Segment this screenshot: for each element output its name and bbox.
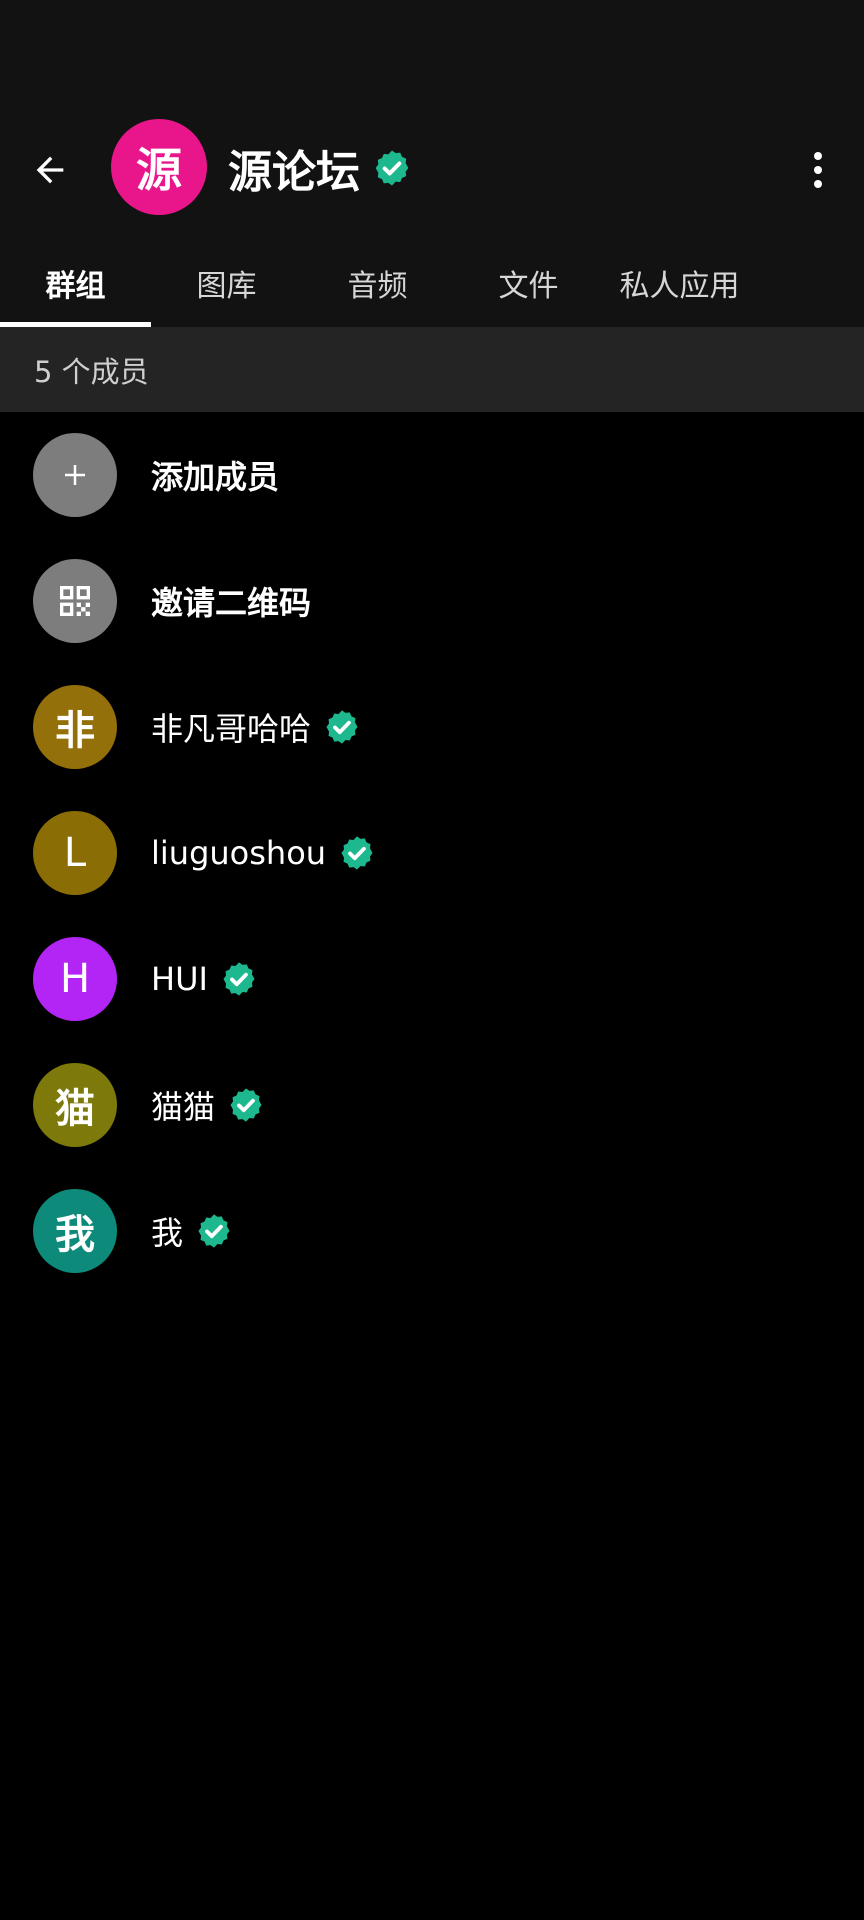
group-title-container[interactable]: 源论坛 bbox=[228, 136, 412, 200]
verified-badge-icon bbox=[227, 1086, 265, 1124]
top-area: 源 源论坛 群组 图库 音频 文件 私人应用 bbox=[0, 0, 864, 327]
member-name: 我 bbox=[151, 1214, 184, 1252]
member-row[interactable]: 我 我 bbox=[0, 1168, 864, 1294]
member-avatar: H bbox=[33, 937, 117, 1021]
member-avatar: 非 bbox=[33, 685, 117, 769]
tab-audio[interactable]: 音频 bbox=[302, 238, 453, 327]
verified-badge-icon bbox=[323, 708, 361, 746]
member-name: liuguoshou bbox=[151, 834, 327, 872]
row-label-container: 添加成员 bbox=[151, 412, 279, 538]
tab-gallery[interactable]: 图库 bbox=[151, 238, 302, 327]
member-avatar-initial: H bbox=[59, 956, 91, 1002]
more-vertical-icon bbox=[814, 152, 822, 188]
tab-bar: 群组 图库 音频 文件 私人应用 bbox=[0, 238, 864, 327]
row-label-container: 我 bbox=[151, 1168, 233, 1294]
verified-badge-icon bbox=[195, 1212, 233, 1250]
member-avatar-initial: 非 bbox=[55, 708, 95, 754]
member-avatar: L bbox=[33, 811, 117, 895]
tab-label: 图库 bbox=[196, 268, 257, 304]
member-row[interactable]: 猫 猫猫 bbox=[0, 1042, 864, 1168]
verified-badge-icon bbox=[220, 960, 258, 998]
tab-label: 私人应用 bbox=[619, 268, 740, 304]
member-row[interactable]: L liuguoshou bbox=[0, 790, 864, 916]
more-options-button[interactable] bbox=[786, 134, 850, 206]
tab-group[interactable]: 群组 bbox=[0, 238, 151, 327]
status-bar bbox=[0, 0, 864, 96]
invite-qr-label: 邀请二维码 bbox=[151, 584, 312, 622]
tab-label: 文件 bbox=[498, 268, 559, 304]
row-label-container: HUI bbox=[151, 916, 258, 1042]
member-avatar-initial: 猫 bbox=[55, 1086, 95, 1132]
qr-code-icon bbox=[60, 586, 90, 616]
app-bar: 源 源论坛 bbox=[0, 96, 864, 238]
verified-badge-icon bbox=[338, 834, 376, 872]
plus-icon bbox=[65, 465, 85, 485]
group-info-screen: 源 源论坛 群组 图库 音频 文件 私人应用 5 个成员 添加成员 邀请二维码 … bbox=[0, 0, 864, 1920]
member-row[interactable]: 非 非凡哥哈哈 bbox=[0, 664, 864, 790]
members-count-header: 5 个成员 bbox=[0, 327, 864, 412]
row-label-container: 非凡哥哈哈 bbox=[151, 664, 361, 790]
add-member-avatar bbox=[33, 433, 117, 517]
invite-qr-avatar bbox=[33, 559, 117, 643]
group-title: 源论坛 bbox=[228, 147, 360, 198]
member-name: HUI bbox=[151, 960, 208, 998]
member-list: 添加成员 邀请二维码 非 非凡哥哈哈 L liuguoshou H HUI 猫 … bbox=[0, 412, 864, 1294]
invite-qr-code-button[interactable]: 邀请二维码 bbox=[0, 538, 864, 664]
members-count-label: 5 个成员 bbox=[34, 354, 149, 389]
add-member-label: 添加成员 bbox=[151, 458, 280, 496]
row-label-container: 邀请二维码 bbox=[151, 538, 311, 664]
verified-badge-icon bbox=[372, 148, 412, 188]
member-row[interactable]: H HUI bbox=[0, 916, 864, 1042]
back-button[interactable] bbox=[18, 138, 82, 202]
group-avatar[interactable]: 源 bbox=[111, 119, 207, 215]
member-name: 非凡哥哈哈 bbox=[151, 710, 312, 748]
tab-label: 音频 bbox=[347, 268, 408, 304]
member-avatar-initial: L bbox=[63, 830, 87, 876]
add-member-button[interactable]: 添加成员 bbox=[0, 412, 864, 538]
tab-files[interactable]: 文件 bbox=[453, 238, 604, 327]
tab-label: 群组 bbox=[45, 268, 106, 304]
arrow-left-icon bbox=[36, 156, 64, 184]
group-avatar-initial: 源 bbox=[136, 143, 182, 197]
member-name: 猫猫 bbox=[151, 1088, 216, 1126]
member-avatar: 猫 bbox=[33, 1063, 117, 1147]
member-avatar-initial: 我 bbox=[55, 1212, 95, 1258]
row-label-container: liuguoshou bbox=[151, 790, 376, 916]
tab-private-apps[interactable]: 私人应用 bbox=[604, 238, 755, 327]
row-label-container: 猫猫 bbox=[151, 1042, 265, 1168]
member-avatar: 我 bbox=[33, 1189, 117, 1273]
